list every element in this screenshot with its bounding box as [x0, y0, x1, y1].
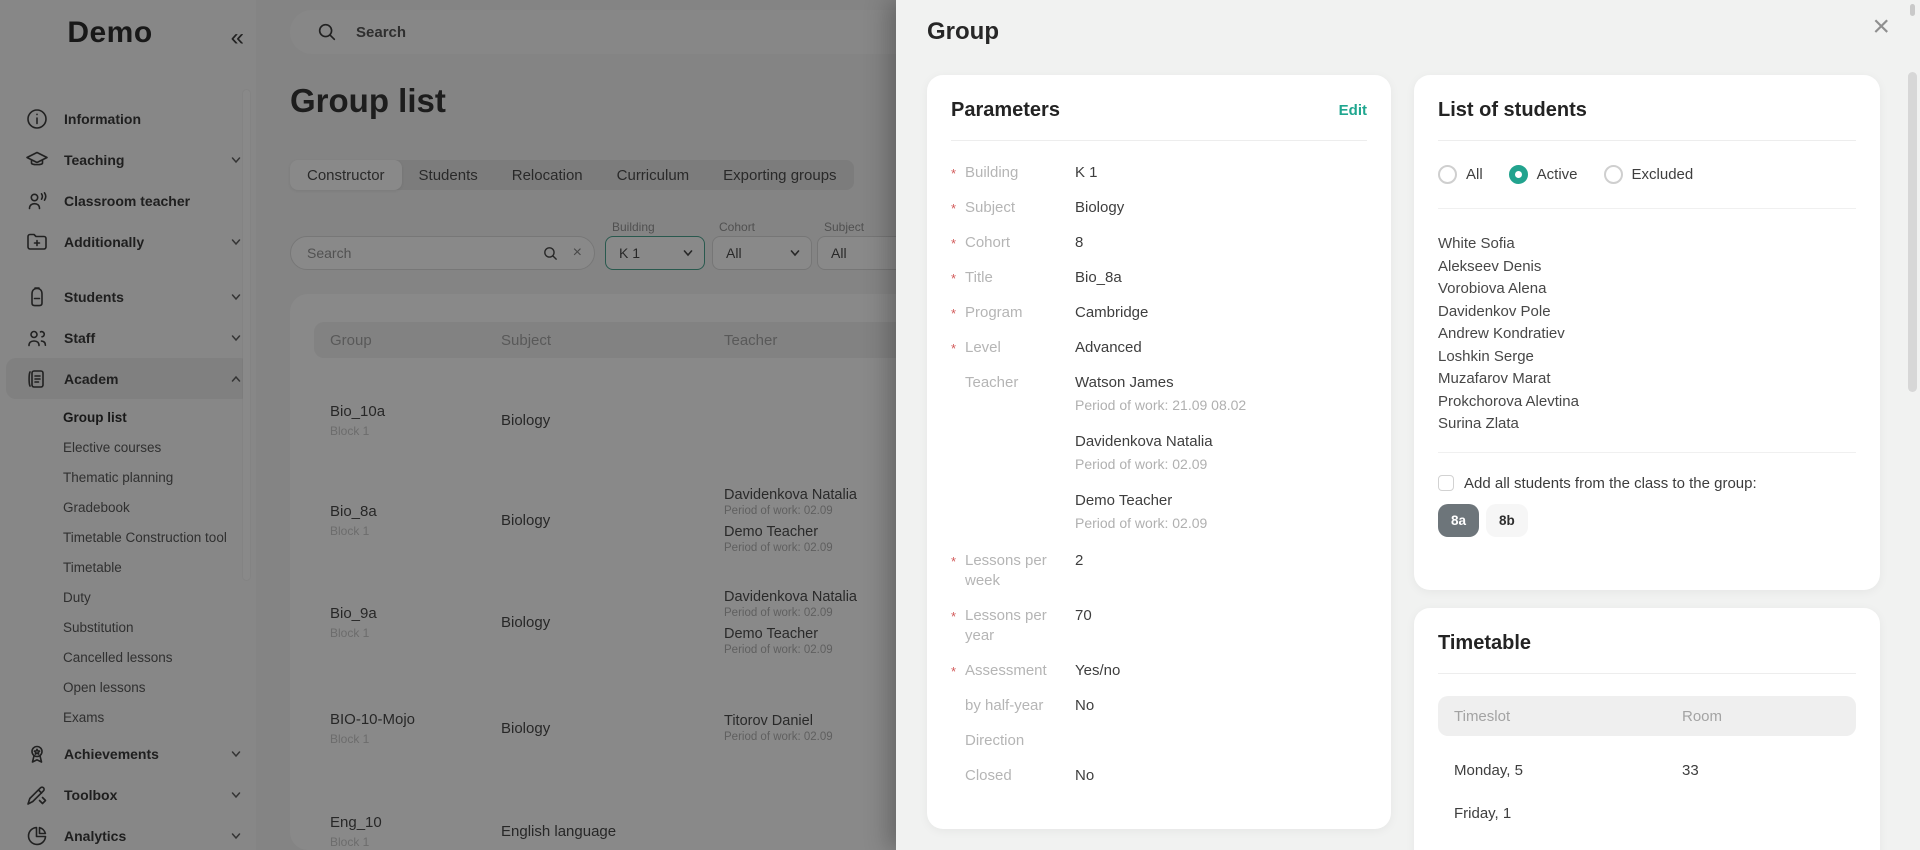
timetable-card: Timetable Timeslot Room Monday, 5 33 Fri…: [1414, 608, 1880, 850]
param-row-program: *ProgramCambridge: [951, 303, 1367, 323]
required-asterisk: *: [951, 551, 965, 569]
required-asterisk: *: [951, 163, 965, 181]
radio-active[interactable]: Active: [1509, 165, 1578, 184]
drawer-title: Group: [927, 18, 999, 46]
list-item[interactable]: Vorobiova Alena: [1438, 278, 1856, 301]
param-row-lessons-per-year: *Lessons per year70: [951, 606, 1367, 646]
required-asterisk: *: [951, 233, 965, 251]
edit-button[interactable]: Edit: [1339, 102, 1367, 119]
param-row-by-half-year: by half-yearNo: [951, 696, 1367, 716]
teacher-name: Demo Teacher: [1075, 491, 1367, 511]
list-item[interactable]: Surina Zlata: [1438, 413, 1856, 436]
group-drawer: Group × Parameters Edit *BuildingK 1 *Su…: [896, 0, 1920, 850]
list-item[interactable]: Alekseev Denis: [1438, 256, 1856, 279]
param-row-teacher: Teacher Watson JamesPeriod of work: 21.0…: [951, 373, 1367, 533]
param-row-subject: *SubjectBiology: [951, 198, 1367, 218]
close-icon[interactable]: ×: [1872, 12, 1890, 42]
parameters-card: Parameters Edit *BuildingK 1 *SubjectBio…: [927, 75, 1391, 829]
teacher-period: Period of work: 02.09: [1075, 454, 1367, 474]
parameters-title: Parameters: [951, 99, 1060, 122]
param-row-cohort: *Cohort8: [951, 233, 1367, 253]
teacher-entry: Watson JamesPeriod of work: 21.09 08.02: [1075, 373, 1367, 415]
list-item[interactable]: Prokchorova Alevtina: [1438, 391, 1856, 414]
radio-excluded[interactable]: Excluded: [1604, 165, 1694, 184]
timeslot-value: Monday, 5: [1438, 762, 1682, 779]
timetable-header-row: Timeslot Room: [1438, 696, 1856, 736]
list-item[interactable]: Loshkin Serge: [1438, 346, 1856, 369]
list-item[interactable]: Davidenkov Pole: [1438, 301, 1856, 324]
required-asterisk: *: [951, 338, 965, 356]
param-row-building: *BuildingK 1: [951, 163, 1367, 183]
param-row-lessons-per-week: *Lessons per week2: [951, 551, 1367, 591]
class-buttons: 8a 8b: [1438, 504, 1856, 537]
list-item[interactable]: White Sofia: [1438, 233, 1856, 256]
students-title: List of students: [1438, 99, 1587, 122]
timetable-row[interactable]: Monday, 5 33: [1438, 762, 1856, 779]
param-row-title: *TitleBio_8a: [951, 268, 1367, 288]
column-header-timeslot: Timeslot: [1438, 708, 1682, 725]
timeslot-value: Friday, 1: [1438, 805, 1682, 822]
asterisk-spacer: [951, 766, 965, 769]
asterisk-spacer: [951, 696, 965, 699]
required-asterisk: *: [951, 268, 965, 286]
radio-circle-icon: [1438, 165, 1457, 184]
required-asterisk: *: [951, 661, 965, 679]
scrollbar-arrow[interactable]: [1910, 4, 1915, 16]
modal-backdrop[interactable]: [0, 0, 900, 850]
param-row-closed: ClosedNo: [951, 766, 1367, 786]
radio-circle-icon: [1604, 165, 1623, 184]
add-all-students-row: Add all students from the class to the g…: [1438, 475, 1856, 492]
column-header-room: Room: [1682, 708, 1722, 725]
radio-all[interactable]: All: [1438, 165, 1483, 184]
class-button-8a[interactable]: 8a: [1438, 504, 1479, 537]
param-row-direction: Direction: [951, 731, 1367, 751]
param-row-level: *LevelAdvanced: [951, 338, 1367, 358]
param-row-assessment: *AssessmentYes/no: [951, 661, 1367, 681]
class-button-8b[interactable]: 8b: [1486, 504, 1528, 537]
list-item[interactable]: Andrew Kondratiev: [1438, 323, 1856, 346]
timetable-title: Timetable: [1438, 632, 1531, 655]
teacher-entry: Demo TeacherPeriod of work: 02.09: [1075, 491, 1367, 533]
list-item[interactable]: Muzafarov Marat: [1438, 368, 1856, 391]
teacher-entry: Davidenkova NataliaPeriod of work: 02.09: [1075, 432, 1367, 474]
teacher-name: Watson James: [1075, 373, 1367, 393]
students-card: List of students All Active Excluded Whi…: [1414, 75, 1880, 590]
checkbox[interactable]: [1438, 475, 1454, 491]
page-scrollbar[interactable]: [1908, 72, 1917, 392]
room-value: 33: [1682, 762, 1699, 779]
asterisk-spacer: [951, 373, 965, 376]
students-filter-radios: All Active Excluded: [1438, 165, 1856, 184]
teacher-period: Period of work: 21.09 08.02: [1075, 395, 1367, 415]
checkbox-label: Add all students from the class to the g…: [1464, 475, 1757, 492]
required-asterisk: *: [951, 606, 965, 624]
required-asterisk: *: [951, 303, 965, 321]
teacher-period: Period of work: 02.09: [1075, 513, 1367, 533]
asterisk-spacer: [951, 731, 965, 734]
required-asterisk: *: [951, 198, 965, 216]
timetable-row[interactable]: Friday, 1: [1438, 805, 1856, 822]
student-list: White Sofia Alekseev Denis Vorobiova Ale…: [1438, 233, 1856, 436]
teacher-name: Davidenkova Natalia: [1075, 432, 1367, 452]
radio-circle-icon: [1509, 165, 1528, 184]
